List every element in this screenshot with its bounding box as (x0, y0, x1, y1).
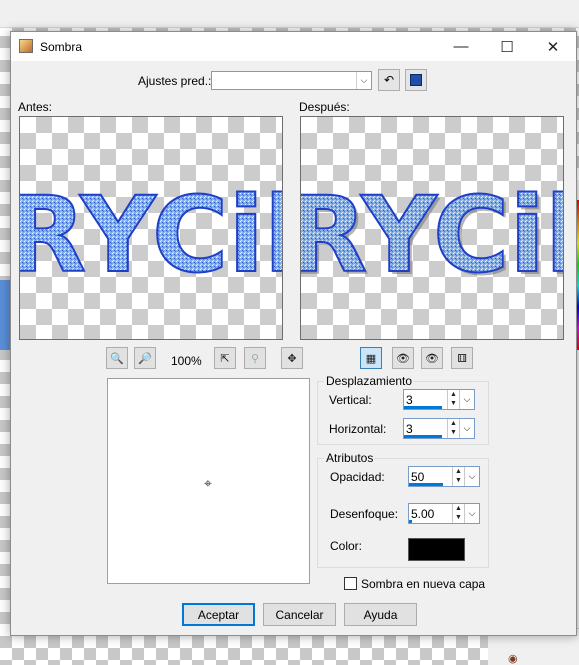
zoom-out-icon: 🔍 (110, 352, 124, 365)
zoom-to-fit-button[interactable]: ⇱ (214, 347, 236, 369)
chevron-down-icon[interactable]: ⌵ (459, 419, 474, 438)
show-preview-button[interactable]: ▦ (360, 347, 382, 369)
blur-label: Desenfoque: (330, 507, 399, 521)
zoom-level: 100% (171, 354, 202, 368)
auto-proof-button[interactable]: 👁 (421, 347, 443, 369)
dice-icon: ⚅ (457, 352, 467, 365)
vertical-value: 3 (406, 393, 413, 407)
after-label: Después: (299, 100, 350, 114)
maximize-button[interactable]: ☐ (484, 32, 530, 61)
minimize-button[interactable]: — (438, 32, 484, 61)
sample-text: RYCil (20, 174, 283, 296)
before-preview-image: RYCil (20, 173, 283, 297)
eye-icon: 👁 (425, 352, 439, 365)
chevron-down-icon[interactable]: ⌵ (459, 390, 474, 409)
color-label: Color: (330, 539, 363, 553)
before-label: Antes: (18, 100, 53, 114)
horizontal-value: 3 (406, 422, 413, 436)
sample-text: RYCil (301, 174, 564, 296)
opacity-value: 50 (411, 470, 425, 484)
zoom-in-icon: 🔎 (138, 352, 152, 365)
blur-spinner[interactable]: ▲ ▼ (452, 504, 464, 523)
fit-icon: ⇱ (220, 352, 230, 365)
offset-drag-area[interactable]: ⌖ (107, 378, 310, 584)
crosshair-icon[interactable]: ⌖ (204, 475, 212, 492)
preview-grid-icon: ▦ (365, 352, 377, 365)
zoom-actual-button[interactable]: ⚲ (244, 347, 266, 369)
reset-icon: ↶ (383, 73, 395, 87)
after-preview-image: RYCil RYCil (301, 173, 564, 299)
new-layer-checkbox[interactable] (344, 577, 357, 590)
eye-icon: 👁 (396, 352, 410, 365)
cancel-button[interactable]: Cancelar (263, 603, 336, 626)
presets-label: Ajustes pred.: (138, 74, 212, 88)
zoom-out-button[interactable]: 🔍 (106, 347, 128, 369)
blur-slider[interactable] (409, 520, 412, 523)
horizontal-slider[interactable] (404, 435, 442, 438)
app-icon (19, 39, 33, 53)
chevron-down-icon[interactable]: ⌵ (464, 467, 479, 486)
move-icon: ✥ (287, 352, 297, 365)
opacity-label: Opacidad: (330, 470, 385, 484)
attributes-group-title: Atributos (324, 451, 376, 465)
save-icon (410, 74, 422, 86)
opacity-field[interactable]: 50 ▲ ▼ ⌵ (408, 466, 480, 487)
chevron-down-icon[interactable]: ⌵ (356, 72, 371, 89)
close-button[interactable]: ✕ (530, 32, 576, 61)
before-preview[interactable]: RYCil (19, 116, 283, 340)
new-layer-label: Sombra en nueva capa (361, 577, 486, 591)
chevron-down-icon[interactable]: ⌵ (464, 504, 479, 523)
vertical-field[interactable]: 3 ▲ ▼ ⌵ (403, 389, 475, 410)
presets-dropdown[interactable]: ⌵ (211, 71, 372, 90)
blur-value: 5.00 (411, 507, 435, 521)
opacity-slider[interactable] (409, 483, 443, 486)
randomize-button[interactable]: ⚅ (451, 347, 473, 369)
opacity-spinner[interactable]: ▲ ▼ (452, 467, 464, 486)
blur-field[interactable]: 5.00 ▲ ▼ ⌵ (408, 503, 480, 524)
horizontal-label: Horizontal: (329, 422, 387, 436)
title-bar[interactable]: Sombra — ☐ ✕ (11, 32, 576, 61)
shadow-dialog: Sombra — ☐ ✕ Ajustes pred.: ⌵ ↶ Antes: D… (10, 31, 577, 636)
vertical-label: Vertical: (329, 393, 372, 407)
color-swatch[interactable] (408, 538, 465, 561)
horizontal-field[interactable]: 3 ▲ ▼ ⌵ (403, 418, 475, 439)
background-canvas-fragment (0, 280, 10, 350)
save-preset-button[interactable] (405, 69, 427, 91)
background-app-toolbar (0, 0, 579, 28)
reset-preset-button[interactable]: ↶ (378, 69, 400, 91)
proof-button[interactable]: 👁 (392, 347, 414, 369)
offset-group-title: Desplazamiento (324, 374, 415, 388)
window-title: Sombra (40, 40, 83, 54)
pan-button[interactable]: ✥ (281, 347, 303, 369)
zoom-in-button[interactable]: 🔎 (134, 347, 156, 369)
after-preview[interactable]: RYCil RYCil (300, 116, 564, 340)
accept-button[interactable]: Aceptar (182, 603, 255, 626)
horizontal-spinner[interactable]: ▲ ▼ (447, 419, 459, 438)
eye-icon[interactable]: ◉ (508, 652, 518, 665)
vertical-spinner[interactable]: ▲ ▼ (447, 390, 459, 409)
vertical-slider[interactable] (404, 406, 442, 409)
magnifier-icon: ⚲ (250, 352, 260, 365)
help-button[interactable]: Ayuda (344, 603, 417, 626)
